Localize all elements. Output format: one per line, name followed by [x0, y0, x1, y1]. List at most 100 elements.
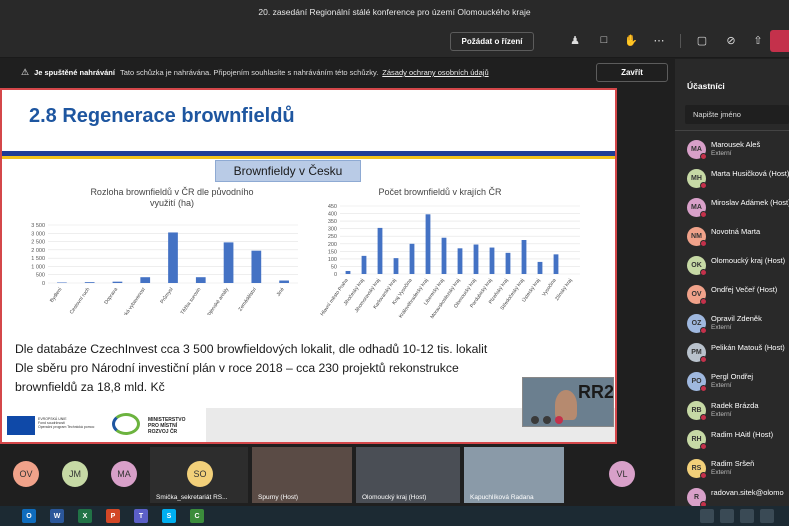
strip-avatar[interactable]: MA — [111, 461, 137, 487]
video-tile[interactable]: SO Smička_sekretariát RS... — [150, 447, 248, 503]
tile-label: Kapuchlíková Radana — [470, 494, 534, 501]
privacy-link[interactable]: Zásady ochrany osobních údajů — [382, 68, 488, 77]
y-tick-label: 50 — [331, 264, 337, 270]
recording-notice-text: Tato schůzka je nahrávána. Připojením so… — [119, 68, 379, 77]
participant-name: Olomoucký kraj (Host) — [711, 256, 786, 265]
eu-text-line: Operační program Technická pomoc — [38, 425, 95, 429]
presenter-video[interactable]: RR2 — [522, 377, 614, 427]
chart-bar — [537, 261, 543, 274]
y-tick-label: 200 — [328, 242, 337, 248]
chart-bar — [553, 254, 559, 274]
video-tile[interactable]: Olomoucký kraj (Host) — [356, 447, 460, 503]
participant-row[interactable]: MA Marousek Aleš Externí — [675, 135, 789, 164]
x-tick-label: Těžba surovin — [179, 287, 202, 315]
word-icon[interactable]: W — [50, 509, 64, 523]
muted-status-icon — [700, 472, 707, 479]
leave-button[interactable] — [770, 30, 789, 52]
share-icon[interactable]: ⇧ — [751, 33, 765, 47]
ministry-text-line: ROZVOJ ČR — [148, 429, 178, 435]
video-tile[interactable]: Kapuchlíková Radana — [464, 447, 564, 503]
participant-row[interactable]: PM Pelikán Matouš (Host) — [675, 338, 789, 367]
muted-status-icon — [700, 298, 707, 305]
request-control-button[interactable]: Požádat o řízení — [450, 32, 534, 51]
participant-row[interactable]: PO Pergl Ondřej Externí — [675, 367, 789, 396]
meeting-toolbar: Požádat o řízení ♟ □ ✋ ⋯ ▢ ⊘ ⇧ — [0, 24, 789, 58]
participant-row[interactable]: OZ Opravil Zdeněk Externí — [675, 309, 789, 338]
camera-off-icon[interactable]: ▢ — [695, 33, 709, 47]
chart-bar — [195, 277, 206, 283]
more-options-icon[interactable]: ⋯ — [652, 33, 666, 47]
warning-icon: ⚠ — [21, 67, 30, 77]
mic-off-icon[interactable]: ⊘ — [724, 33, 738, 47]
chat-icon[interactable]: □ — [597, 33, 611, 47]
video-tile[interactable]: Spurny (Host) — [252, 447, 352, 503]
chart-count-by-region: Počet brownfieldů v krajích ČR0501001502… — [320, 187, 580, 320]
tile-label: Olomoucký kraj (Host) — [362, 494, 427, 501]
skype-icon[interactable]: S — [162, 509, 176, 523]
y-tick-label: 100 — [328, 257, 337, 263]
muted-status-icon — [700, 153, 707, 160]
slide-text-line-3: brownfieldů za 18,8 mld. Kč — [15, 380, 165, 394]
people-icon[interactable]: ♟ — [568, 33, 582, 47]
slide-text-line-1: Dle databáze CzechInvest cca 3 500 browf… — [15, 342, 488, 356]
outlook-icon[interactable]: O — [22, 509, 36, 523]
y-tick-label: 150 — [328, 249, 337, 255]
participant-name: Radim Sršeň — [711, 459, 755, 468]
excel-icon[interactable]: X — [78, 509, 92, 523]
participant-row[interactable]: OV Ondřej Večeř (Host) — [675, 280, 789, 309]
x-tick-label: Doprava — [103, 287, 119, 306]
y-tick-label: 250 — [328, 234, 337, 240]
y-tick-label: 2 500 — [31, 240, 45, 246]
participant-search-input[interactable]: Napište jméno — [685, 105, 789, 124]
os-taskbar: O W X P T S C — [0, 506, 789, 526]
chart-bar — [168, 232, 178, 283]
slide-stripe-yellow — [2, 156, 615, 159]
chart-bar — [84, 282, 95, 283]
teams-icon[interactable]: T — [134, 509, 148, 523]
participant-row[interactable]: OK Olomoucký kraj (Host) — [675, 251, 789, 280]
strip-avatar: SO — [187, 461, 213, 487]
tile-label: Spurny (Host) — [258, 494, 299, 501]
close-notice-button[interactable]: Zavřít — [596, 63, 668, 82]
participant-row[interactable]: NM Novotná Marta — [675, 222, 789, 251]
chart-bar — [505, 252, 511, 274]
y-tick-label: 400 — [328, 212, 337, 218]
chrome-icon[interactable]: C — [190, 509, 204, 523]
video-control-dot[interactable] — [531, 416, 539, 424]
participant-row[interactable]: MH Marta Husičková (Host) — [675, 164, 789, 193]
chart-bar — [409, 243, 415, 274]
chart-bar — [223, 242, 234, 283]
tray-icon[interactable] — [720, 509, 734, 523]
video-control-dot[interactable] — [543, 416, 551, 424]
video-control-hangup[interactable] — [555, 416, 563, 424]
participant-row[interactable]: RS Radim Sršeň Externí — [675, 454, 789, 483]
participant-name: Marousek Aleš — [711, 140, 761, 149]
participant-subtitle: Externí — [711, 469, 732, 476]
chart-bar — [279, 280, 289, 283]
y-tick-label: 450 — [328, 204, 337, 210]
participant-row[interactable]: RH Radim HAitl (Host) — [675, 425, 789, 454]
tray-icon[interactable] — [740, 509, 754, 523]
chart-bar — [112, 281, 123, 283]
participants-panel: Účastníci Napište jméno MA Marousek Aleš E… — [675, 59, 789, 508]
strip-avatar[interactable]: VL — [609, 461, 635, 487]
chart-bar — [473, 244, 479, 274]
raise-hand-icon[interactable]: ✋ — [624, 33, 638, 47]
x-tick-label: Vysočina — [541, 278, 558, 298]
participant-subtitle: Externí — [711, 324, 732, 331]
participant-name: Radek Brázda — [711, 401, 759, 410]
powerpoint-icon[interactable]: P — [106, 509, 120, 523]
chart-bar — [457, 248, 463, 274]
chart-area-by-usage: Rozloha brownfieldů v ČR dle původníhovy… — [31, 187, 298, 315]
window-title: 20. zasedání Regionální stálé konference… — [0, 0, 789, 24]
y-tick-label: 3 500 — [31, 223, 45, 229]
participant-row[interactable]: MA Miroslav Adámek (Host) — [675, 193, 789, 222]
recording-notice: ⚠ Je spuštěné nahrávání Tato schůzka je … — [0, 59, 675, 86]
strip-avatar[interactable]: OV — [13, 461, 39, 487]
tray-icon[interactable] — [760, 509, 774, 523]
strip-avatar[interactable]: JM — [62, 461, 88, 487]
participant-row[interactable]: RB Radek Brázda Externí — [675, 396, 789, 425]
muted-status-icon — [700, 240, 707, 247]
x-tick-label: Vojenské areály — [205, 286, 230, 315]
tray-icon[interactable] — [700, 509, 714, 523]
